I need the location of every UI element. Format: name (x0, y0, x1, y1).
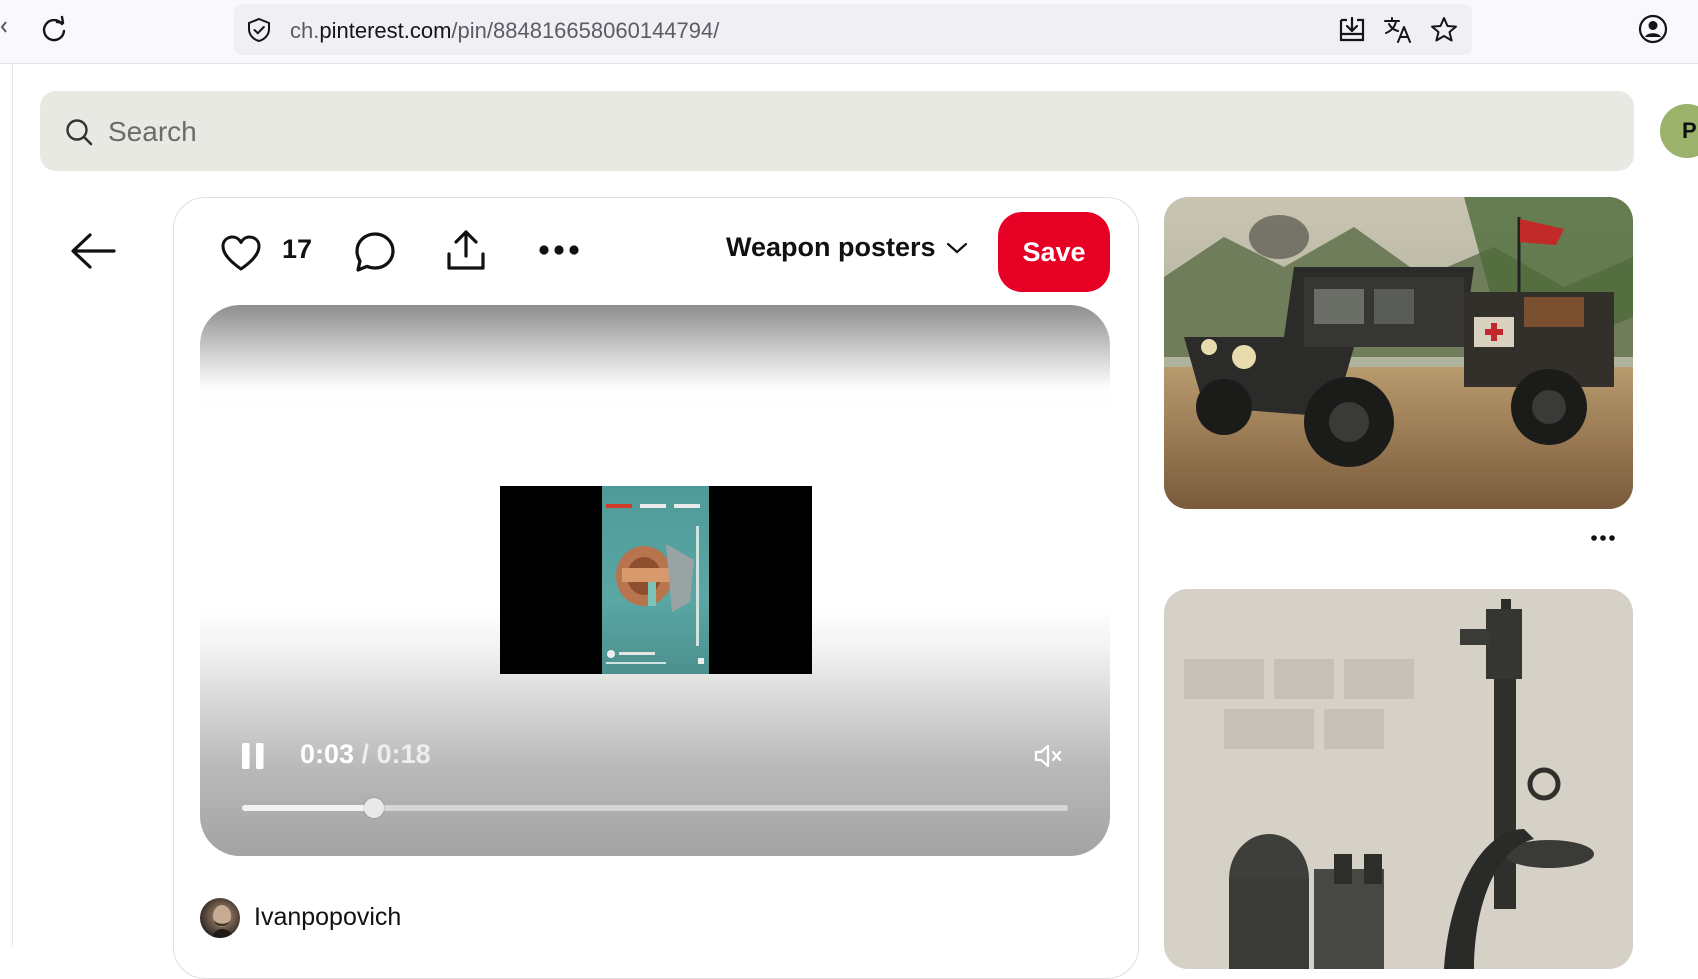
like-count: 17 (282, 234, 313, 264)
translate-icon[interactable] (1382, 14, 1414, 46)
reload-icon[interactable] (38, 14, 70, 46)
browser-toolbar: ch.pinterest.com/pin/884816658060144794/ (0, 0, 1698, 64)
share-icon[interactable] (444, 228, 488, 272)
mute-icon[interactable] (1032, 741, 1064, 771)
pause-icon[interactable] (240, 741, 268, 771)
related-pin-truck[interactable] (1164, 197, 1633, 509)
account-avatar[interactable]: P (1660, 104, 1698, 158)
url-domain: pinterest.com (319, 18, 452, 43)
more-dots-icon[interactable] (1590, 530, 1616, 546)
pin-card: 17 Weapon posters Save 0:03 / 0:18 Ivanp… (173, 197, 1139, 979)
address-bar[interactable]: ch.pinterest.com/pin/884816658060144794/ (234, 4, 1472, 55)
shield-icon[interactable] (246, 17, 272, 43)
chevron-down-icon (946, 242, 967, 253)
video-progress-track[interactable] (242, 798, 1068, 818)
current-time: 0:03 (300, 739, 355, 769)
search-icon (66, 119, 93, 146)
url-prefix: ch. (290, 18, 320, 43)
chevron-left-icon[interactable] (0, 20, 8, 34)
author-avatar[interactable] (200, 898, 240, 938)
board-name: Weapon posters (726, 232, 936, 262)
board-selector[interactable]: Weapon posters (726, 232, 968, 263)
heart-icon[interactable] (220, 234, 262, 272)
account-icon[interactable] (1637, 13, 1669, 45)
url-text[interactable]: ch.pinterest.com/pin/884816658060144794/ (290, 18, 719, 44)
search-bar[interactable] (40, 91, 1634, 171)
search-input[interactable] (106, 109, 1610, 155)
related-pin-machine-gun[interactable] (1164, 589, 1633, 969)
page-divider (12, 64, 13, 947)
arrow-left-icon[interactable] (68, 228, 118, 274)
video-content (602, 486, 709, 674)
video-progress-handle[interactable] (364, 798, 385, 818)
video-thumbnail-art (606, 504, 704, 664)
download-icon[interactable] (1336, 14, 1368, 46)
machine-gun-image (1164, 589, 1633, 969)
author-name[interactable]: Ivanpopovich (254, 903, 401, 932)
save-button[interactable]: Save (998, 212, 1110, 292)
video-player[interactable]: 0:03 / 0:18 (200, 305, 1110, 856)
video-frame[interactable] (500, 486, 812, 674)
comment-icon[interactable] (354, 231, 396, 273)
author-photo (212, 905, 234, 938)
more-dots-icon[interactable] (538, 244, 580, 256)
video-progress-fill (242, 805, 375, 811)
time-separator: / (354, 739, 377, 769)
star-icon[interactable] (1428, 14, 1460, 46)
truck-image (1164, 197, 1633, 509)
duration: 0:18 (376, 739, 431, 769)
url-path: /pin/884816658060144794/ (451, 18, 720, 43)
video-time: 0:03 / 0:18 (300, 739, 431, 770)
